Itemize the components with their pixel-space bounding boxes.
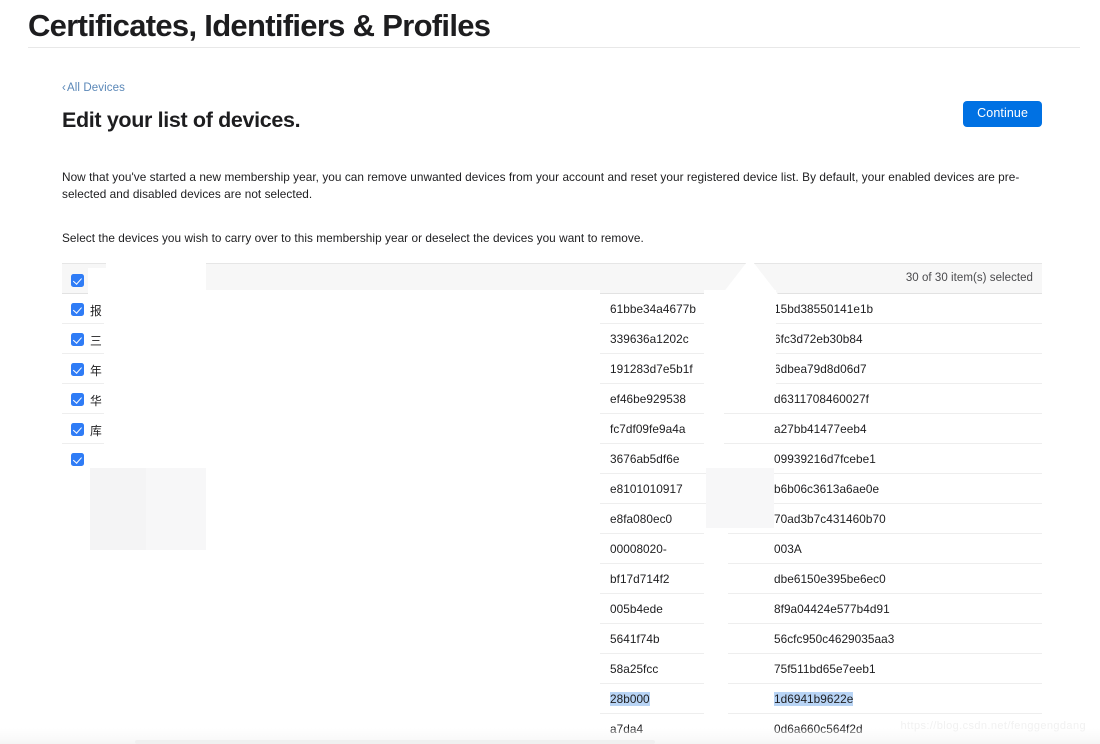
device-name-cell: 华 (90, 392, 102, 409)
continue-button[interactable]: Continue (963, 101, 1042, 127)
device-id-cell: 3676ab5df6e (610, 452, 679, 466)
table-row[interactable]: 58a25fcc 75f511bd65e7eeb1 (62, 654, 1042, 684)
device-id-cell: fc7df09fe9a4a (610, 422, 685, 436)
app-page: Certificates, Identifiers & Profiles ‹Al… (0, 0, 1100, 744)
device-udid-cell: 003A (774, 542, 802, 556)
page-title-row: Edit your list of devices. Continue (62, 108, 1042, 142)
device-id-cell: 28b000 (610, 692, 650, 706)
device-id-cell: 005b4ede (610, 602, 663, 616)
device-udid-cell: 75f511bd65e7eeb1 (774, 662, 876, 676)
row-checkbox[interactable] (71, 393, 84, 406)
row-checkbox-wrap[interactable] (71, 391, 84, 409)
row-checkbox[interactable] (71, 333, 84, 346)
table-row[interactable]: 00008020- 003A (62, 534, 1042, 564)
row-checkbox[interactable] (71, 363, 84, 376)
page-title: Edit your list of devices. (62, 108, 300, 133)
table-body: 报 61bbe34a4677b 15bd38550141e1b 三 339636a120… (62, 294, 1042, 744)
device-id-cell: 339636a1202c (610, 332, 689, 346)
device-id-cell: bf17d714f2 (610, 572, 670, 586)
table-row[interactable]: 005b4ede 8f9a04424e577b4d91 (62, 594, 1042, 624)
row-checkbox-wrap[interactable] (71, 421, 84, 439)
table-row[interactable]: e8fa080ec0 70ad3b7c431460b70 (62, 504, 1042, 534)
table-row[interactable]: 年 191283d7e5b1f ​6dbea79d8d06d7 (62, 354, 1042, 384)
device-id-cell: 61bbe34a4677b (610, 302, 696, 316)
device-udid-cell: d6311708460027f (774, 392, 869, 406)
row-checkbox[interactable] (71, 423, 84, 436)
device-udid-cell: ​6fc3d72eb30b84 (774, 332, 863, 346)
page-header-bar: Certificates, Identifiers & Profiles (0, 0, 1100, 49)
header-divider (28, 47, 1080, 48)
device-udid-cell: 1d6941b9622e (774, 692, 853, 706)
device-id-cell: 191283d7e5b1f (610, 362, 693, 376)
table-row[interactable]: e8101010917 b6b06c3613a6ae0e (62, 474, 1042, 504)
device-udid-cell: 8f9a04424e577b4d91 (774, 602, 890, 616)
device-udid-cell: 0d6a660c564f2d (774, 722, 863, 736)
table-row[interactable]: 库 fc7df09fe9a4a a27bb41477eeb4 (62, 414, 1042, 444)
selection-count-label: 30 of 30 item(s) selected (906, 272, 1033, 284)
device-id-cell: 00008020- (610, 542, 667, 556)
device-name-cell: 年 (90, 362, 102, 379)
redaction-mask (1046, 246, 1100, 744)
table-row[interactable]: 28b000 1d6941b9622e (62, 684, 1042, 714)
row-checkbox-wrap[interactable] (71, 451, 84, 469)
device-udid-cell: dbe6150e395be6ec0 (774, 572, 886, 586)
intro-paragraph: Now that you've started a new membership… (62, 169, 1042, 203)
row-checkbox-wrap[interactable] (71, 301, 84, 319)
device-udid-cell: 70ad3b7c431460b70 (774, 512, 886, 526)
table-row[interactable]: 报 61bbe34a4677b 15bd38550141e1b (62, 294, 1042, 324)
row-checkbox[interactable] (71, 303, 84, 316)
device-udid-cell: a27bb41477eeb4 (774, 422, 867, 436)
select-all-label: Select All (90, 272, 140, 286)
content-column: ‹All Devices Edit your list of devices. … (62, 78, 1042, 744)
chevron-left-icon: ‹ (62, 82, 66, 94)
device-model-cell: 1 (180, 392, 187, 406)
row-checkbox[interactable] (71, 453, 84, 466)
row-checkbox-wrap[interactable] (71, 331, 84, 349)
device-id-cell: a7da4 (610, 722, 643, 736)
table-header-row: Select All 30 of 30 item(s) selected (62, 264, 1042, 294)
device-udid-cell: b6b06c3613a6ae0e (774, 482, 879, 496)
breadcrumb-label: All Devices (67, 82, 125, 94)
device-name-cell: 三 (90, 332, 102, 349)
table-row[interactable]: 5641f74b 56cfc950c4629035aa3 (62, 624, 1042, 654)
select-all-checkbox[interactable] (71, 274, 84, 287)
select-all-checkbox-wrap[interactable] (71, 272, 84, 290)
device-udid-cell: ​6dbea79d8d06d7 (774, 362, 867, 376)
device-udid-cell: 15bd38550141e1b (774, 302, 873, 316)
table-row[interactable]: a7da4 0d6a660c564f2d (62, 714, 1042, 744)
device-name-cell: 报 (90, 302, 102, 319)
device-id-cell: e8101010917 (610, 482, 683, 496)
devices-table: Select All 30 of 30 item(s) selected 报 61… (62, 263, 1042, 744)
device-udid-cell: 56cfc950c4629035aa3 (774, 632, 894, 646)
breadcrumb-all-devices[interactable]: ‹All Devices (62, 81, 125, 95)
device-name-cell: 库 (90, 422, 102, 439)
instruction-paragraph: Select the devices you wish to carry ove… (62, 230, 1042, 247)
device-udid-cell: 09939216d7fcebe1 (774, 452, 876, 466)
table-row[interactable]: 华 1 ef46be929538 d6311708460027f (62, 384, 1042, 414)
device-id-cell: ef46be929538 (610, 392, 686, 406)
table-row[interactable]: 3676ab5df6e 09939216d7fcebe1 (62, 444, 1042, 474)
table-row[interactable]: bf17d714f2 dbe6150e395be6ec0 (62, 564, 1042, 594)
device-id-cell: 5641f74b (610, 632, 660, 646)
device-id-cell: e8fa080ec0 (610, 512, 672, 526)
row-checkbox-wrap[interactable] (71, 361, 84, 379)
app-title: Certificates, Identifiers & Profiles (28, 8, 490, 44)
table-row[interactable]: 三 339636a1202c ​6fc3d72eb30b84 (62, 324, 1042, 354)
device-id-cell: 58a25fcc (610, 662, 658, 676)
